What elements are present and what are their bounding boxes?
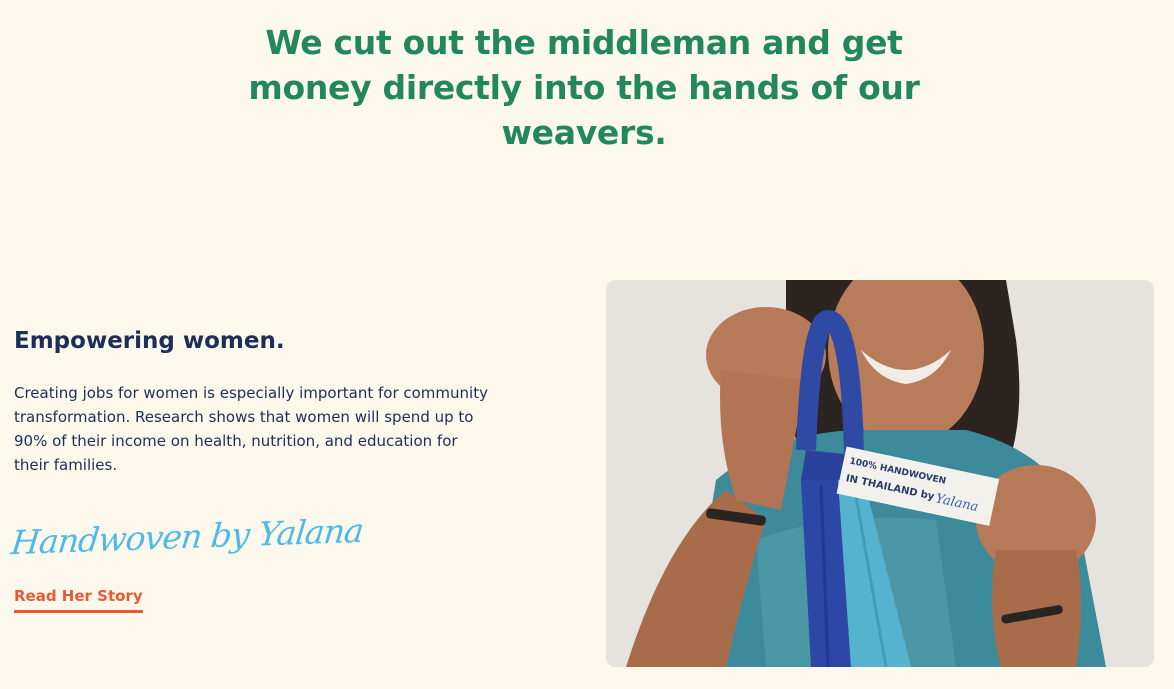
weaver-photo: 100% HANDWOVEN IN THAILAND by Yalana xyxy=(606,280,1154,667)
read-her-story-link[interactable]: Read Her Story xyxy=(14,586,143,613)
page-headline: We cut out the middleman and get money d… xyxy=(248,23,920,152)
weaver-signature: Handwoven by Yalana xyxy=(9,510,366,563)
section-body: Creating jobs for women is especially im… xyxy=(14,384,488,474)
section-title: Empowering women. xyxy=(14,328,285,354)
weaver-photo-illustration: 100% HANDWOVEN IN THAILAND by Yalana xyxy=(606,280,1154,667)
